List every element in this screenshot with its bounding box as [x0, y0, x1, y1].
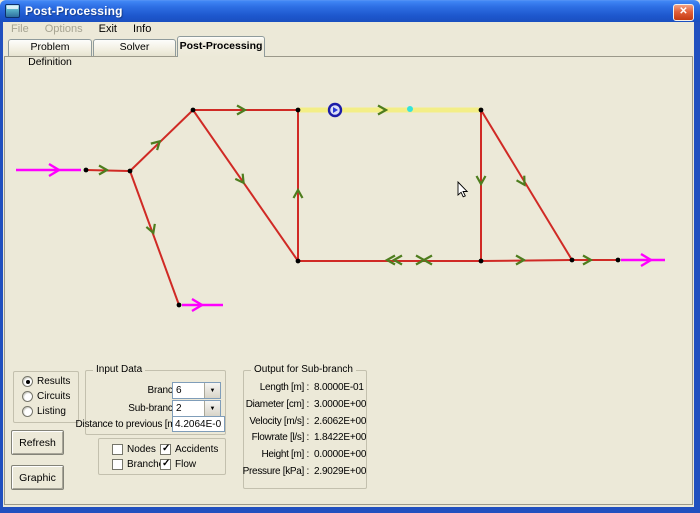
subbranch-label: Sub-branch	[128, 403, 178, 414]
pipe-segment[interactable]	[193, 110, 298, 261]
tab-problem-definition[interactable]: Problem Definition	[8, 39, 92, 56]
radio-circuits[interactable]: Circuits	[22, 391, 70, 402]
output-value: 3.0000E+00	[314, 399, 366, 410]
boundary-flow-arrow	[621, 254, 665, 266]
app-window: Post-Processing ✕ File Options Exit Info…	[0, 0, 700, 513]
output-group-title: Output for Sub-branch	[251, 364, 356, 375]
app-icon	[5, 4, 20, 18]
menu-item-exit[interactable]: Exit	[91, 23, 125, 35]
checkbox-box-accidents	[160, 444, 171, 455]
radio-listing[interactable]: Listing	[22, 406, 66, 417]
menu-item-options: Options	[37, 23, 91, 35]
distance-label: Distance to previous [m]	[76, 419, 178, 430]
window-border-left	[0, 22, 3, 513]
checkbox-label-nodes: Nodes	[127, 444, 156, 455]
mouse-cursor-icon	[458, 182, 467, 197]
checkbox-flow[interactable]: Flow	[160, 459, 196, 470]
node-dot[interactable]	[191, 108, 196, 113]
radio-label-circuits: Circuits	[37, 391, 70, 402]
node-dot[interactable]	[570, 258, 575, 263]
subbranch-value: 2	[173, 401, 204, 416]
title-bar: Post-Processing ✕	[0, 0, 700, 22]
checkbox-label-flow: Flow	[175, 459, 196, 470]
chevron-down-icon: ▼	[210, 388, 216, 394]
boundary-flow-arrow	[182, 299, 223, 311]
tab-post-processing[interactable]: Post-Processing	[177, 36, 265, 57]
node-dot[interactable]	[479, 108, 484, 113]
pipe-segment[interactable]	[481, 110, 572, 260]
selected-subbranch-marker	[329, 104, 341, 116]
output-value: 2.6062E+00	[314, 416, 366, 427]
output-label: Height [m] :	[261, 449, 309, 460]
output-label: Flowrate [l/s] :	[252, 432, 309, 443]
window-title: Post-Processing	[25, 4, 123, 18]
subbranch-select[interactable]: 2 ▼	[172, 400, 221, 417]
checkbox-box-flow	[160, 459, 171, 470]
output-label: Diameter [cm] :	[246, 399, 309, 410]
pipe-segment[interactable]	[130, 171, 179, 305]
accident-marker	[407, 106, 413, 112]
radio-label-results: Results	[37, 376, 70, 387]
radio-dot-listing	[22, 406, 33, 417]
output-row-diameter: Diameter [cm] : 3.0000E+00	[244, 399, 366, 411]
node-dot[interactable]	[296, 259, 301, 264]
radio-label-listing: Listing	[37, 406, 66, 417]
view-mode-group: Results Circuits Listing	[13, 371, 79, 423]
pipe-segment[interactable]	[130, 110, 193, 171]
checkbox-label-accidents: Accidents	[175, 444, 218, 455]
radio-dot-circuits	[22, 391, 33, 402]
display-options-group: Nodes Accidents Branches Flow	[98, 438, 226, 475]
tab-solver[interactable]: Solver	[93, 39, 176, 56]
node-dot[interactable]	[128, 169, 133, 174]
graphic-button[interactable]: Graphic	[11, 465, 64, 490]
radio-results[interactable]: Results	[22, 376, 70, 387]
input-data-title: Input Data	[93, 364, 145, 375]
output-row-flowrate: Flowrate [l/s] : 1.8422E+00	[244, 432, 366, 444]
checkbox-nodes[interactable]: Nodes	[112, 444, 156, 455]
output-value: 2.9029E+00	[314, 466, 366, 477]
close-button[interactable]: ✕	[673, 4, 694, 21]
branch-select[interactable]: 6 ▼	[172, 382, 221, 399]
tab-strip: Problem Definition Solver Post-Processin…	[3, 36, 694, 57]
menu-item-info[interactable]: Info	[125, 23, 159, 35]
subbranch-dropdown-button[interactable]: ▼	[204, 401, 220, 416]
output-value: 0.0000E+00	[314, 449, 366, 460]
refresh-button[interactable]: Refresh	[11, 430, 64, 455]
output-value: 8.0000E-01	[314, 382, 364, 393]
node-dot[interactable]	[84, 168, 89, 173]
post-processing-page: Results Circuits Listing Refresh Graphic…	[4, 56, 693, 505]
window-border-bottom	[0, 507, 700, 513]
branch-value: 6	[173, 383, 204, 398]
node-dot[interactable]	[479, 259, 484, 264]
output-label: Velocity [m/s] :	[249, 416, 309, 427]
output-row-height: Height [m] : 0.0000E+00	[244, 449, 366, 461]
node-dot[interactable]	[177, 303, 182, 308]
output-group: Output for Sub-branch Length [m] : 8.000…	[243, 370, 367, 489]
checkbox-accidents[interactable]: Accidents	[160, 444, 218, 455]
output-row-length: Length [m] : 8.0000E-01	[244, 382, 366, 394]
menu-bar: File Options Exit Info	[3, 22, 694, 36]
output-value: 1.8422E+00	[314, 432, 366, 443]
node-dot[interactable]	[616, 258, 621, 263]
output-label: Pressure [kPa] :	[243, 466, 309, 477]
chevron-down-icon: ▼	[210, 406, 216, 412]
node-dot[interactable]	[296, 108, 301, 113]
radio-dot-results	[22, 376, 33, 387]
pipe-segment[interactable]	[481, 260, 572, 261]
output-row-pressure: Pressure [kPa] : 2.9029E+00	[244, 466, 366, 478]
branch-dropdown-button[interactable]: ▼	[204, 383, 220, 398]
network-diagram	[5, 57, 694, 369]
distance-field[interactable]	[172, 416, 225, 432]
window-border-right	[694, 22, 700, 513]
boundary-flow-arrow	[16, 164, 81, 176]
output-row-velocity: Velocity [m/s] : 2.6062E+00	[244, 416, 366, 428]
checkbox-box-branches	[112, 459, 123, 470]
menu-item-file: File	[3, 23, 37, 35]
output-label: Length [m] :	[260, 382, 309, 393]
checkbox-box-nodes	[112, 444, 123, 455]
input-data-group: Input Data Branch 6 ▼ Sub-branch 2 ▼ Dis…	[85, 370, 226, 435]
